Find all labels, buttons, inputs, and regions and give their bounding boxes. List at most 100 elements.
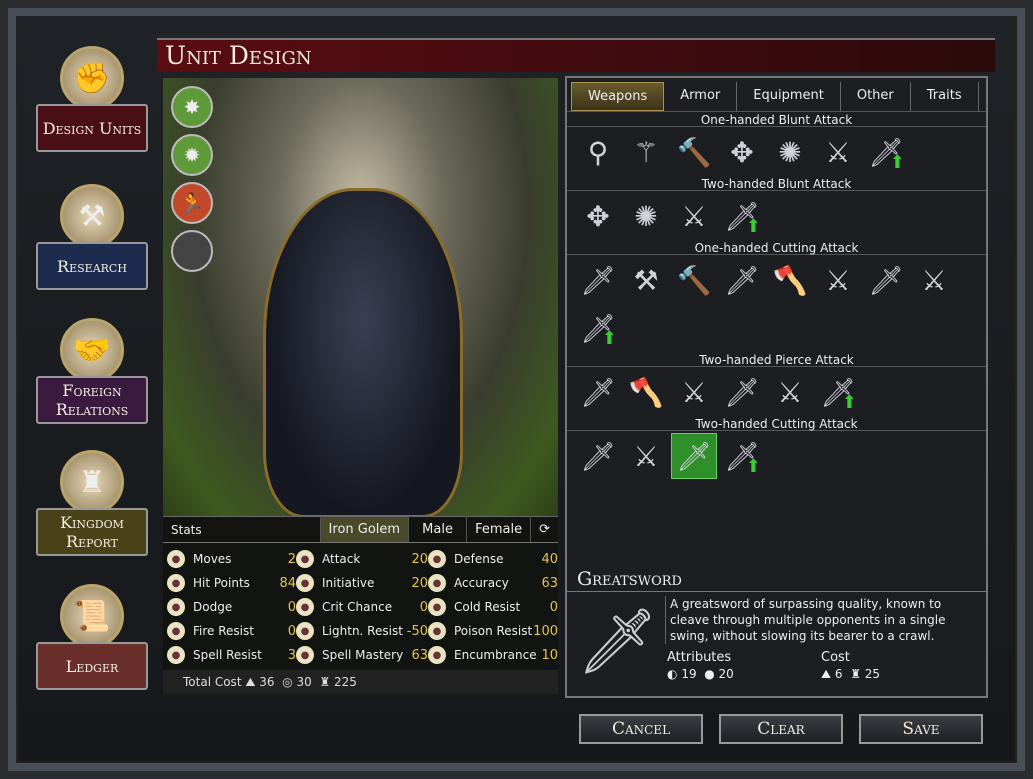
weapon-slot[interactable]: ✥ [719,129,765,175]
stat-value: 0 [287,599,296,615]
sidebar-item-label: Foreign Relations [36,376,148,424]
stat-accuracy: ● Accuracy 63 [428,571,558,595]
weapon-icon: 🗡 [868,263,904,297]
weapon-slot[interactable]: 🗡 [719,369,765,415]
weapon-slot[interactable]: 🗡 [863,257,909,303]
sidebar-item-label: Design Units [36,104,148,152]
weapon-slot[interactable]: ⚔ [911,257,957,303]
total-cost: Total Cost ⛰ 36 ◎ 30 ♜ 225 [163,670,558,694]
weapon-slot[interactable]: ⚲ [575,129,621,175]
tab-female[interactable]: Female [466,517,530,542]
stat-icon: ● [167,622,185,640]
weapon-slot[interactable]: ✺ [767,129,813,175]
gold-icon: ♜ [319,675,331,689]
weapon-slot[interactable]: ⚔ [623,433,669,479]
castle-icon: ♜ [60,450,124,514]
weapon-slot[interactable]: 🗡 ⬆ [863,129,909,175]
compass-icon: ⚒ [60,184,124,248]
tab-armor[interactable]: Armor [664,82,738,111]
stat-value: 0 [287,623,296,639]
weapon-icon: 🗡 [724,375,760,409]
cancel-button[interactable]: Cancel [579,714,703,744]
stat-fire-resist: ● Fire Resist 0 [167,619,296,643]
item-name: Greatsword [567,564,986,592]
weapon-icon: ⚔ [681,375,707,409]
weapon-slot[interactable]: 🗡 ⬆ [575,305,621,351]
weapon-icon: 🗡 [724,263,760,297]
upgrade-arrow-icon: ⬆ [601,328,617,349]
stat-crit-chance: ● Crit Chance 0 [296,595,428,619]
weapon-slot[interactable]: 🪓 [767,257,813,303]
running-figure-icon[interactable]: 🏃 [171,182,213,224]
spider-icon[interactable]: ✸ [171,86,213,128]
tab-iron-golem[interactable]: Iron Golem [319,517,409,542]
cost-gold: 25 [864,667,881,681]
weapon-icon: ⚚ [633,135,659,169]
save-button[interactable]: Save [859,714,983,744]
weapon-icon: ⚔ [921,263,947,297]
weapon-slot[interactable]: ✥ [575,193,621,239]
stat-value: -50 [406,623,428,639]
tab-other[interactable]: Other [841,82,911,111]
sidebar-item-ledger[interactable]: 📜 Ledger [36,584,148,690]
weapon-icon: 🔨 [676,263,712,297]
weapon-slot[interactable]: ⚒ [623,257,669,303]
tab-equipment[interactable]: Equipment [737,82,841,111]
weapon-slot[interactable]: 🔨 [671,129,717,175]
attributes-values: ◐ 19 ● 20 [667,667,734,681]
empty-slot-icon[interactable] [171,230,213,272]
stat-icon: ● [296,598,314,616]
tab-weapons[interactable]: Weapons [571,82,665,111]
sidebar-item-kingdom-report[interactable]: ♜ Kingdom Report [36,450,148,556]
upgrade-arrow-icon: ⬆ [745,216,761,237]
attributes-label: Attributes [667,650,732,665]
upgrade-arrow-icon: ⬆ [745,456,761,477]
stat-label: Fire Resist [193,624,254,638]
weapon-slot[interactable]: ⚔ [767,369,813,415]
tab-male[interactable]: Male [408,517,466,542]
clear-button[interactable]: Clear [719,714,843,744]
stat-encumbrance: ● Encumbrance 10 [428,643,558,667]
stat-value: 20 [411,575,428,591]
weapon-slot[interactable]: ⚔ [815,257,861,303]
weapon-slot[interactable]: ⚚ [623,129,669,175]
weapon-slot[interactable]: ⚔ [671,193,717,239]
sidebar-item-design-units[interactable]: ✊ Design Units [36,46,148,152]
sidebar-item-foreign-relations[interactable]: 🤝 Foreign Relations [36,318,148,424]
sidebar-item-label: Ledger [36,642,148,690]
stat-spell-resist: ● Spell Resist 3 [167,643,296,667]
weapon-slot[interactable]: 🗡 ⬆ [719,193,765,239]
weapon-slot[interactable]: 🗡 [719,257,765,303]
weapon-slot[interactable]: ⚔ [815,129,861,175]
stats-panel: Stats Iron Golem Male Female ⟳ ● Moves 2 ● A… [163,516,558,694]
weapon-slot[interactable]: 🔨 [671,257,717,303]
stat-lightn-resist: ● Lightn. Resist -50 [296,619,428,643]
unit-portrait [163,78,558,518]
cycle-icon[interactable]: ⟳ [530,517,558,542]
weapon-slot[interactable]: 🪓 [623,369,669,415]
weapon-slot[interactable]: 🗡 [671,433,717,479]
stat-value: 40 [541,551,558,567]
weapon-slot[interactable]: 🗡 ⬆ [719,433,765,479]
stat-label: Initiative [322,576,375,590]
stat-icon: ● [428,574,446,592]
mana-icon: ◎ [282,675,293,689]
category-header: Two-handed Pierce Attack [567,353,986,367]
stat-icon: ● [167,574,185,592]
weapon-slot[interactable]: ✺ [623,193,669,239]
weapon-slot[interactable]: ⚔ [671,369,717,415]
upgrade-arrow-icon: ⬆ [841,392,857,413]
attack-icon: ◐ [667,667,678,681]
sidebar-item-research[interactable]: ⚒ Research [36,184,148,290]
weapon-slot[interactable]: 🗡 [575,369,621,415]
stat-label: Cold Resist [454,600,521,614]
tab-traits[interactable]: Traits [911,82,979,111]
weapon-icon: ⚔ [681,199,707,233]
weapon-slot[interactable]: 🗡 [575,433,621,479]
stat-icon: ● [428,622,446,640]
weapon-slot[interactable]: 🗡 ⬆ [815,369,861,415]
weapon-icon: 🗡 [580,263,616,297]
weapon-slot[interactable]: 🗡 [575,257,621,303]
star-burst-icon[interactable]: ✹ [171,134,213,176]
weapon-icon: ✥ [586,199,610,233]
